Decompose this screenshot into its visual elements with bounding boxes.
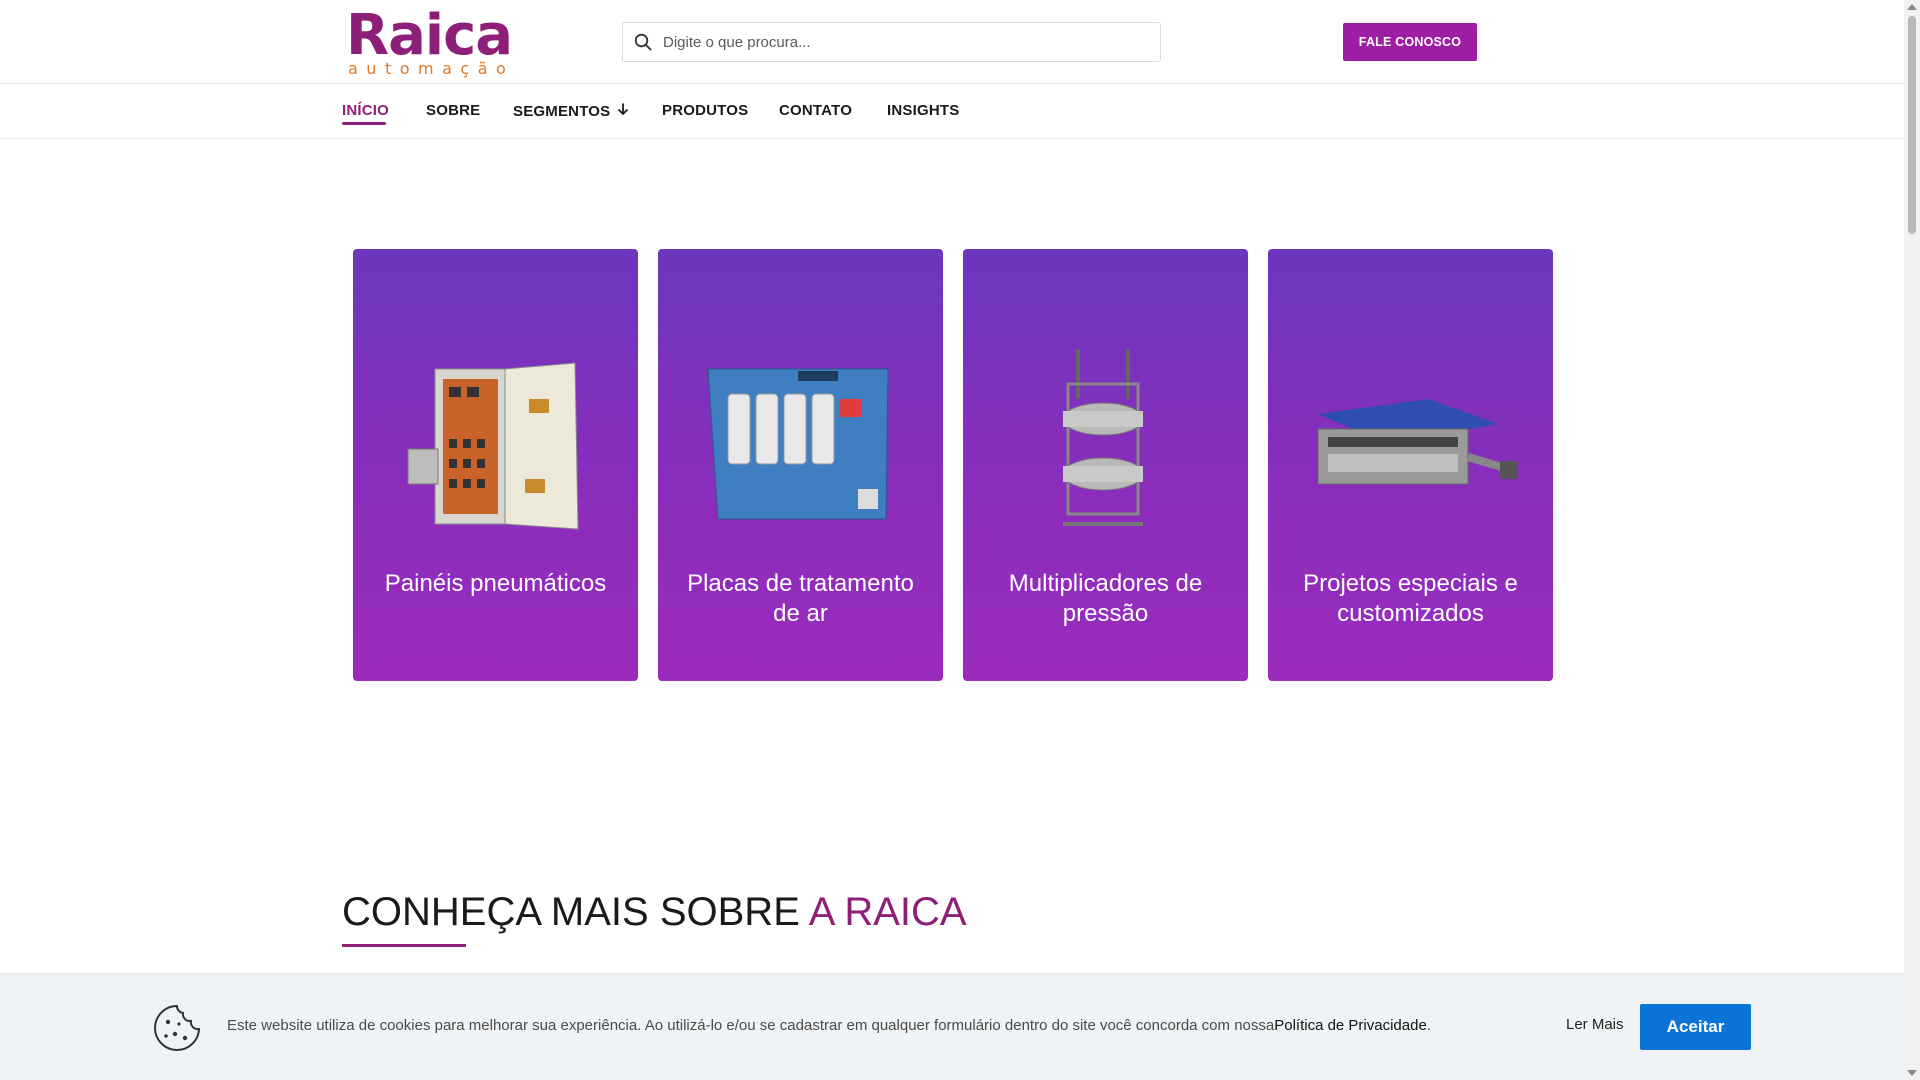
logo-wordmark: Raica (346, 3, 513, 68)
nav-item-label: SOBRE (426, 102, 481, 119)
product-card[interactable]: Painéis pneumáticos (353, 249, 638, 681)
scrollbar-thumb[interactable] (1908, 16, 1916, 234)
accept-cookies-button[interactable]: Aceitar (1640, 1004, 1751, 1050)
nav-item-segmentos[interactable]: SEGMENTOS (513, 102, 630, 120)
nav-item-insights[interactable]: INSIGHTS (887, 102, 959, 119)
privacy-policy-link[interactable]: Política de Privacidade (1274, 1017, 1427, 1034)
site-header: Raica automação FALE CONOSCO (0, 0, 1904, 84)
search-box (622, 22, 1161, 62)
nav-active-indicator (342, 122, 386, 125)
nav-item-contato[interactable]: CONTATO (779, 102, 852, 119)
nav-item-label: SEGMENTOS (513, 102, 611, 120)
nav-item-label: INSIGHTS (887, 102, 960, 119)
card-title: Multiplicadores de pressão (1008, 570, 1203, 627)
nav-item-produtos[interactable]: PRODUTOS (662, 102, 748, 119)
cookie-text: Este website utiliza de cookies para mel… (227, 1017, 1275, 1034)
cookie-banner: Este website utiliza de cookies para mel… (0, 973, 1904, 1080)
main-nav: INÍCIO SOBRE SEGMENTOS PRODUTOS CONTATO … (0, 84, 1904, 139)
section-title-prefix: CONHEÇA MAIS SOBRE (342, 890, 809, 934)
pneumatic-panel-image (407, 362, 579, 530)
cookie-icon (153, 1004, 201, 1052)
logo[interactable]: Raica automação (346, 3, 516, 78)
pressure-multiplier-image (1062, 349, 1144, 526)
arrow-down-icon (616, 102, 630, 120)
air-treatment-plate-image (707, 368, 889, 520)
cookie-suffix: . (1426, 1017, 1431, 1034)
logo-tagline: automação (348, 59, 515, 78)
nav-item-inicio[interactable]: INÍCIO (342, 102, 389, 119)
cookie-message: Este website utiliza de cookies para mel… (227, 1017, 1431, 1034)
custom-project-image (1317, 399, 1518, 485)
nav-item-label: INÍCIO (342, 102, 390, 119)
read-more-button[interactable]: Ler Mais (1566, 1016, 1624, 1033)
nav-item-label: PRODUTOS (662, 102, 749, 119)
product-card[interactable]: Multiplicadores de pressão (963, 249, 1248, 681)
nav-item-sobre[interactable]: SOBRE (426, 102, 480, 119)
product-card[interactable]: Projetos especiais e customizados (1268, 249, 1553, 681)
search-input[interactable] (663, 33, 1143, 51)
card-title: Painéis pneumáticos (384, 570, 607, 597)
scrollbar[interactable] (1904, 0, 1920, 1080)
search-icon[interactable] (623, 23, 663, 61)
card-title: Placas de tratamento de ar (687, 570, 914, 627)
contact-button[interactable]: FALE CONOSCO (1343, 23, 1477, 61)
card-title: Projetos especiais e customizados (1303, 570, 1518, 627)
scroll-up-arrow-icon[interactable] (1907, 4, 1917, 10)
section-underline (342, 944, 466, 947)
section-title-accent: A RAICA (808, 890, 967, 934)
section-title: CONHEÇA MAIS SOBRE A RAICA (342, 890, 967, 935)
product-card[interactable]: Placas de tratamento de ar (658, 249, 943, 681)
scroll-down-arrow-icon[interactable] (1907, 1070, 1917, 1076)
nav-item-label: CONTATO (779, 102, 853, 119)
